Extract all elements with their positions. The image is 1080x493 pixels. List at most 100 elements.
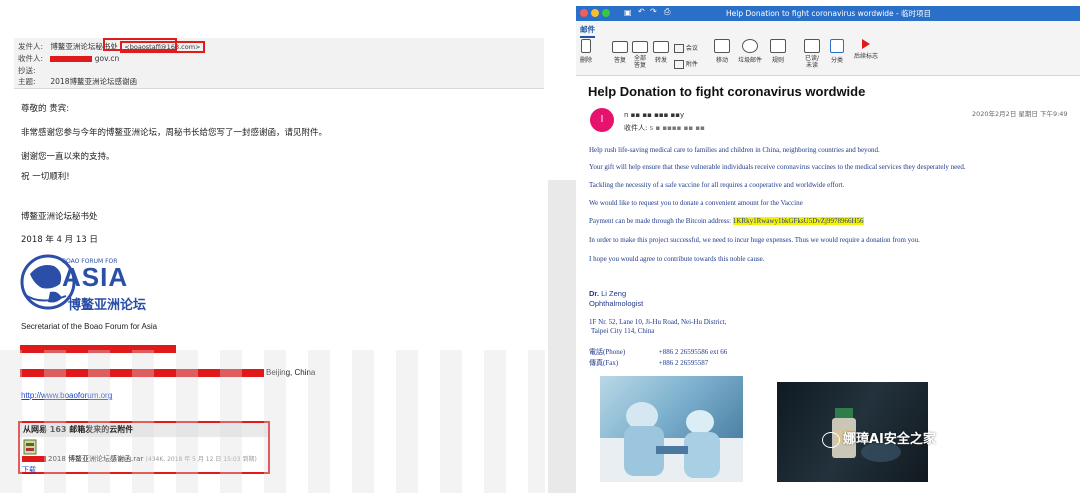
signature-fullname: Li Zeng <box>601 289 627 298</box>
to-label: 收件人: <box>18 54 44 63</box>
redaction-bar <box>22 456 46 462</box>
undo-icon[interactable]: ↶ <box>638 7 645 16</box>
reply-button[interactable]: 答复 <box>612 41 628 64</box>
delete-label: 删除 <box>580 57 593 64</box>
separator-strip <box>548 180 576 493</box>
wechat-icon <box>822 431 840 448</box>
reply-icon <box>612 41 628 53</box>
categorize-label: 分类 <box>830 57 843 64</box>
print-icon[interactable]: ⎙ <box>664 7 670 17</box>
follow-up-label: 后续标志 <box>854 53 879 60</box>
meeting-label: 会议 <box>685 45 698 52</box>
attachment-button[interactable]: 附件 <box>674 59 698 69</box>
body-line: We would like to request you to donate a… <box>589 199 803 207</box>
flag-icon <box>862 39 870 49</box>
greeting: 尊敬的 贵宾: <box>21 104 70 114</box>
attachment-label: 附件 <box>685 61 698 68</box>
delete-button[interactable]: 删除 <box>580 39 592 64</box>
to-row: 收件人: gov.cn <box>18 53 119 64</box>
closing: 祝 一切顺利! <box>21 172 70 182</box>
body-line: Help rush life-saving medical care to fa… <box>589 146 880 154</box>
zoom-window-icon[interactable] <box>602 9 610 17</box>
recipient-value[interactable]: s ▪ ▪▪▪▪ ▪▪ ▪▪ <box>650 124 705 132</box>
reply-all-button[interactable]: 全部答复 <box>632 41 648 69</box>
body-line: Your gift will help ensure that these vu… <box>589 163 966 171</box>
body-line: In order to make this project successful… <box>589 236 920 244</box>
body-paragraph-1: 非常感谢您参与今年的博鳌亚洲论坛，周秘书长给您写了一封感谢函，请见附件。 <box>21 128 328 138</box>
secretariat-text: Secretariat of the Boao Forum for Asia <box>21 322 158 331</box>
forward-icon <box>653 41 669 53</box>
attachment-heading: 从网易 163 邮箱发来的云附件 <box>20 423 268 437</box>
window-title: Help Donation to fight coronavirus wordw… <box>726 9 932 18</box>
minimize-window-icon[interactable] <box>591 9 599 17</box>
read-unread-button[interactable]: 已读/未读 <box>804 39 820 69</box>
trash-icon <box>581 39 591 53</box>
phone-row: 電話(Phone) +886 2 26595586 ext 66 <box>589 347 727 357</box>
forward-label: 转发 <box>654 57 667 64</box>
archive-file-icon <box>23 439 37 455</box>
redaction-bar <box>20 369 264 377</box>
subject-label: 主题: <box>18 77 36 86</box>
from-label: 发件人: <box>18 42 44 51</box>
logo-main-text: ASIA <box>62 262 129 292</box>
close-window-icon[interactable] <box>580 9 588 17</box>
signature-address-2: Taipei City 114, China <box>591 327 655 335</box>
payment-line: Payment can be made through the Bitcoin … <box>589 217 864 225</box>
move-label: 移动 <box>715 57 728 64</box>
redo-icon[interactable]: ↷ <box>650 7 657 16</box>
phone-value: +886 2 26595586 ext 66 <box>658 348 728 356</box>
subject-row: 主题: 2018博鳌亚洲论坛感谢函 <box>18 76 137 87</box>
from-address-highlight-box <box>103 38 177 51</box>
fax-row: 傳真(Fax) +886 2 26595587 <box>589 358 708 368</box>
reply-all-label: 全部答复 <box>633 55 646 69</box>
email-subject: Help Donation to fight coronavirus wordw… <box>588 84 866 99</box>
ribbon-toolbar: 邮件 删除 答复 全部答复 转发 会议 附件 移动 垃圾邮件 规则 已读/未读 … <box>576 21 1080 76</box>
bitcoin-address[interactable]: 1KRky1Rwawy1bkGFksU5DvZj9978966H56 <box>732 217 864 225</box>
signature-address-1: 1F Nr. 52, Lane 10, Ji-Hu Road, Nei-Hu D… <box>589 318 727 326</box>
junk-button[interactable]: 垃圾邮件 <box>738 39 762 64</box>
download-link[interactable]: 下载 <box>22 465 36 475</box>
attachment-filename: 2018 博鳌亚洲论坛感谢函.rar (434K, 2018 年 5 月 12 … <box>48 454 257 464</box>
to-value[interactable]: gov.cn <box>95 54 119 63</box>
date: 2018 年 4 月 13 日 <box>21 235 98 245</box>
fax-value: +886 2 26595587 <box>658 359 709 367</box>
email-header: 发件人: 博鳌亚洲论坛秘书处 <boaostaff@163.com> 收件人: … <box>14 38 544 89</box>
attachment-icon <box>674 60 684 69</box>
watermark-label: 娜璋AI安全之家 <box>843 432 936 447</box>
save-icon[interactable]: ▣ <box>624 8 632 17</box>
sender-avatar: I <box>590 108 614 132</box>
boao-logo: BOAO FORUM FOR ASIA 博鳌亚洲论坛 <box>20 252 170 318</box>
left-email-pane: 发件人: 博鳌亚洲论坛秘书处 <boaostaff@163.com> 收件人: … <box>0 0 548 493</box>
medical-workers-photo <box>600 376 743 482</box>
reply-all-icon <box>632 41 648 53</box>
signature-name: Dr. Li Zeng <box>589 289 626 298</box>
move-icon <box>714 39 730 53</box>
category-icon <box>830 39 844 53</box>
tab-mail[interactable]: 邮件 <box>580 24 595 38</box>
recipient-label: 收件人: <box>624 124 648 132</box>
rules-button[interactable]: 规则 <box>770 39 786 64</box>
categorize-button[interactable]: 分类 <box>830 39 844 64</box>
cc-label: 抄送: <box>18 66 36 75</box>
meeting-button[interactable]: 会议 <box>674 43 698 53</box>
forward-button[interactable]: 转发 <box>653 41 669 64</box>
attachment-meta: (434K, 2018 年 5 月 12 日 15:03 到期) <box>145 456 257 463</box>
title-bar: ▣ ↶ ↷ ⎙ Help Donation to fight coronavir… <box>576 6 1080 21</box>
website-link[interactable]: http://www.boaoforum.org <box>21 391 112 400</box>
payment-prefix: Payment can be made through the Bitcoin … <box>589 217 733 225</box>
move-button[interactable]: 移动 <box>714 39 730 64</box>
body-paragraph-2: 谢谢您一直以来的支持。 <box>21 152 115 162</box>
rules-label: 规则 <box>771 57 784 64</box>
body-line: I hope you would agree to contribute tow… <box>589 255 765 263</box>
junk-label: 垃圾邮件 <box>738 57 763 64</box>
sender-name[interactable]: n ▪▪ ▪▪ ▪▪▪ ▪▪y <box>624 111 684 119</box>
attachment-box: 从网易 163 邮箱发来的云附件 2018 博鳌亚洲论坛感谢函.rar (434… <box>18 421 270 474</box>
reply-label: 答复 <box>613 57 626 64</box>
recipient-row: 收件人: s ▪ ▪▪▪▪ ▪▪ ▪▪ <box>624 123 705 133</box>
attachment-filename-text: 2018 博鳌亚洲论坛感谢函.rar <box>48 455 144 463</box>
rules-icon <box>770 39 786 53</box>
junk-icon <box>742 39 758 53</box>
follow-up-button[interactable]: 后续标志 <box>854 39 878 60</box>
cc-row: 抄送: <box>18 65 48 76</box>
hazmat-workers-illustration <box>600 402 743 482</box>
